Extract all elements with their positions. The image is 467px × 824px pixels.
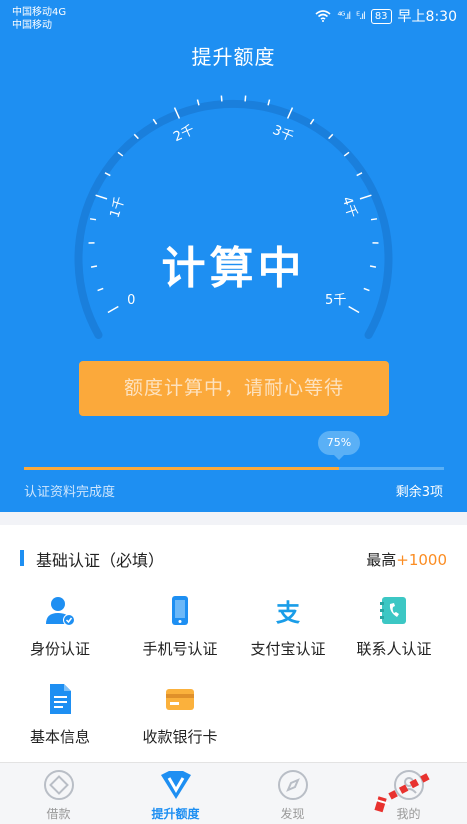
- auth-item-label: 身份认证: [29, 640, 90, 658]
- auth-item-label: 联系人认证: [356, 640, 432, 658]
- progress-percent-badge: 75%: [318, 431, 360, 455]
- section-marker: [20, 550, 24, 566]
- remaining-count[interactable]: 剩余3项: [396, 481, 443, 500]
- page-title: 提升额度: [191, 45, 276, 69]
- auth-item-phone[interactable]: 手机号认证: [122, 594, 238, 659]
- gauge-minor-tick: [370, 218, 378, 221]
- gauge-major-tick: [107, 305, 119, 314]
- auth-item-label: 基本信息: [29, 728, 90, 746]
- compass-icon: [277, 770, 308, 800]
- tab-discover[interactable]: 发现: [234, 763, 351, 824]
- contacts-icon: [380, 597, 406, 624]
- document-icon: [50, 684, 71, 714]
- calculating-button[interactable]: 额度计算中，请耐心等待: [79, 361, 389, 416]
- status-time: 早上8:30: [397, 9, 457, 25]
- auth-item-identity[interactable]: 身份认证: [2, 594, 118, 659]
- progress-bar: [24, 467, 444, 470]
- tab-label: 发现: [280, 807, 305, 821]
- gauge-status-text: 计算中: [161, 243, 306, 294]
- tab-loan[interactable]: 借款: [0, 763, 117, 824]
- wifi-icon: [315, 10, 331, 22]
- watermark-logo: [374, 773, 430, 813]
- badge-pointer: [333, 454, 345, 460]
- auth-item-bank-card[interactable]: 收款银行卡: [122, 682, 238, 747]
- id-user-icon: [46, 597, 75, 626]
- auth-item-basic-info[interactable]: 基本信息: [2, 682, 118, 747]
- status-bar: 中国移动4G 中国移动 ⁴ᴳ.ıl ᴱ.ıl 83 早上8:30: [0, 0, 467, 34]
- max-credit-label: 最高+1000: [366, 549, 447, 570]
- svg-text:支: 支: [276, 599, 301, 627]
- carrier-name-2: 中国移动: [12, 20, 52, 31]
- auth-item-contacts[interactable]: 联系人认证: [336, 594, 452, 659]
- max-prefix: 最高: [366, 551, 397, 569]
- tab-label: 提升额度: [151, 807, 200, 821]
- section-title: 基础认证（必填）: [36, 551, 165, 570]
- gauge-major-tick: [348, 305, 360, 314]
- battery-icon: 83: [370, 8, 392, 24]
- tab-raise-limit[interactable]: 提升额度: [117, 763, 234, 824]
- auth-item-label: 收款银行卡: [142, 728, 218, 746]
- gauge-major-tick: [359, 194, 372, 200]
- auth-item-alipay[interactable]: 支 支付宝认证: [230, 594, 346, 659]
- alipay-icon: 支: [276, 599, 301, 627]
- gauge-major-tick: [95, 194, 108, 200]
- gauge-minor-tick: [244, 95, 247, 102]
- tab-label: 借款: [46, 807, 71, 821]
- gauge-minor-tick: [89, 218, 97, 221]
- signal-icon-2: ᴱ.ıl: [356, 10, 366, 22]
- gauge-tick-label: 1千: [108, 195, 129, 220]
- signal-icon: ⁴ᴳ.ıl: [337, 10, 351, 22]
- credit-gauge: 01千2千 3千4千5千: [74, 95, 393, 339]
- loan-icon: [43, 770, 74, 800]
- progress-fill: [24, 467, 339, 470]
- gauge-tick-label: 4千: [339, 195, 360, 220]
- progress-label: 认证资料完成度: [24, 485, 116, 500]
- gauge-tick-label: 2千: [171, 123, 197, 145]
- phone-icon: [172, 596, 188, 625]
- auth-item-label: 支付宝认证: [250, 640, 326, 658]
- gauge-tick-label: 3千: [270, 123, 296, 145]
- v-badge-icon: [160, 771, 191, 799]
- max-credit-value: +1000: [396, 551, 447, 569]
- auth-item-label: 手机号认证: [142, 640, 218, 658]
- bank-card-icon: [166, 689, 194, 710]
- gauge-minor-tick: [220, 95, 223, 102]
